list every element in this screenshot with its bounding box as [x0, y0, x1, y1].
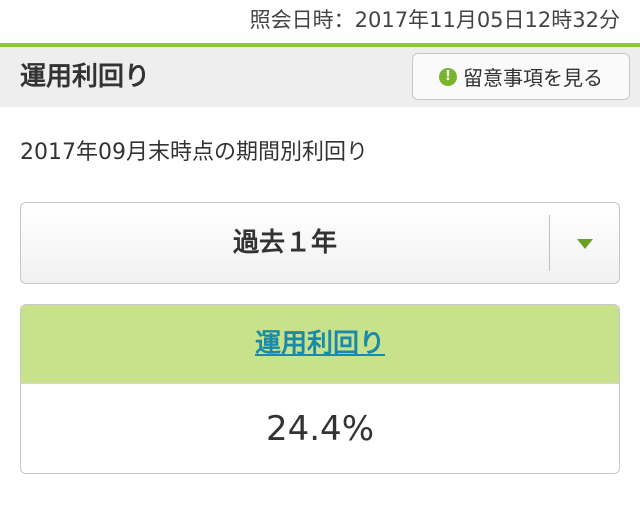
triangle-down-icon — [577, 239, 593, 249]
period-select[interactable]: 過去１年 — [20, 202, 620, 284]
yield-card: 運用利回り 24.4% — [20, 304, 620, 474]
view-notes-button[interactable]: ! 留意事項を見る — [412, 53, 630, 100]
period-select-value: 過去１年 — [232, 228, 337, 258]
yield-value: 24.4% — [265, 409, 374, 449]
select-divider — [549, 215, 550, 271]
view-notes-label: 留意事項を見る — [463, 66, 603, 90]
period-caption: 2017年09月末時点の期間別利回り — [20, 140, 368, 165]
info-icon: ! — [439, 67, 457, 86]
yield-card-header: 運用利回り — [21, 305, 619, 384]
yield-link[interactable]: 運用利回り — [255, 329, 385, 359]
query-timestamp: 照会日時：2017年11月05日12時32分 — [249, 8, 620, 32]
page-title: 運用利回り — [20, 62, 151, 92]
section-header: 運用利回り ! 留意事項を見る — [0, 47, 640, 107]
